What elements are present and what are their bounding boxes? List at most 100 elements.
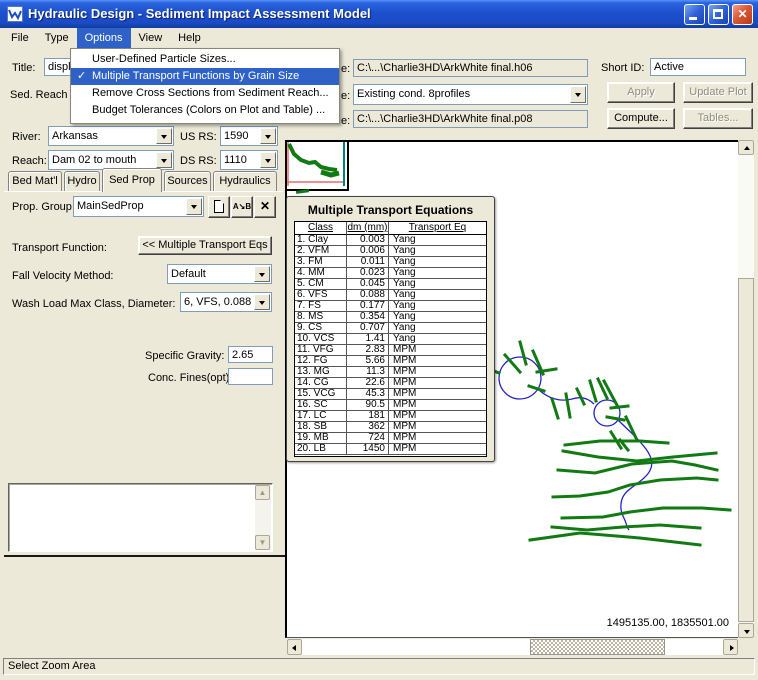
plot-horizontal-scrollbar[interactable] bbox=[287, 639, 738, 655]
dropdown-arrow-icon[interactable] bbox=[156, 128, 172, 144]
mte-cell[interactable]: 8. MS bbox=[295, 312, 347, 323]
menu-help[interactable]: Help bbox=[170, 28, 209, 48]
mte-cell[interactable]: Yang bbox=[389, 268, 486, 279]
us-rs-combobox[interactable]: 1590 bbox=[220, 126, 278, 146]
specific-gravity-input[interactable] bbox=[228, 346, 273, 363]
apply-button[interactable]: Apply bbox=[607, 82, 675, 103]
mte-cell[interactable]: 0.011 bbox=[347, 257, 389, 268]
mte-cell[interactable]: Yang bbox=[389, 312, 486, 323]
mte-cell[interactable]: 5.66 bbox=[347, 356, 389, 367]
mte-cell[interactable]: Yang bbox=[389, 235, 486, 246]
mte-cell[interactable]: 362 bbox=[347, 422, 389, 433]
mte-cell[interactable]: MPM bbox=[389, 444, 486, 455]
mte-cell[interactable]: 1.41 bbox=[347, 334, 389, 345]
mte-cell[interactable]: 6. VFS bbox=[295, 290, 347, 301]
scroll-down-icon[interactable]: ▼ bbox=[255, 535, 270, 550]
scroll-down-button[interactable] bbox=[738, 623, 754, 638]
dropdown-arrow-icon[interactable] bbox=[254, 266, 270, 282]
mte-cell[interactable]: Yang bbox=[389, 323, 486, 334]
dropdown-arrow-icon[interactable] bbox=[156, 152, 172, 168]
vertical-scroll-thumb[interactable] bbox=[738, 278, 754, 622]
mte-cell[interactable]: 13. MG bbox=[295, 367, 347, 378]
mte-cell[interactable]: MPM bbox=[389, 378, 486, 389]
mte-cell[interactable]: 4. MM bbox=[295, 268, 347, 279]
mte-cell[interactable]: 16. SC bbox=[295, 400, 347, 411]
wash-load-combobox[interactable]: 6, VFS, 0.088 bbox=[180, 292, 272, 312]
mte-cell[interactable]: 22.6 bbox=[347, 378, 389, 389]
delete-group-button[interactable]: ✕ bbox=[254, 196, 276, 218]
tables-button[interactable]: Tables... bbox=[683, 108, 753, 129]
mte-cell[interactable]: 2.83 bbox=[347, 345, 389, 356]
mte-cell[interactable]: 12. FG bbox=[295, 356, 347, 367]
mte-cell[interactable]: 3. FM bbox=[295, 257, 347, 268]
mte-cell[interactable]: MPM bbox=[389, 389, 486, 400]
mte-cell[interactable]: MPM bbox=[389, 433, 486, 444]
mte-cell[interactable]: 0.088 bbox=[347, 290, 389, 301]
short-id-input[interactable] bbox=[650, 58, 746, 76]
rename-group-button[interactable]: A↘B bbox=[231, 196, 253, 218]
fall-velocity-combobox[interactable]: Default bbox=[167, 264, 272, 284]
title-bar[interactable]: Hydraulic Design - Sediment Impact Asses… bbox=[0, 0, 758, 28]
mte-cell[interactable]: 0.177 bbox=[347, 301, 389, 312]
mte-cell[interactable]: 0.003 bbox=[347, 235, 389, 246]
mte-cell[interactable]: 15. VCG bbox=[295, 389, 347, 400]
mte-cell[interactable]: 20. LB bbox=[295, 444, 347, 455]
new-group-button[interactable] bbox=[208, 196, 230, 218]
menu-item-budget-tolerances[interactable]: Budget Tolerances (Colors on Plot and Ta… bbox=[71, 102, 339, 119]
mte-cell[interactable]: 14. CG bbox=[295, 378, 347, 389]
menu-item-multiple-transport-functions[interactable]: ✓ Multiple Transport Functions by Grain … bbox=[71, 68, 339, 85]
mte-cell[interactable]: Yang bbox=[389, 279, 486, 290]
mte-cell[interactable]: 10. VCS bbox=[295, 334, 347, 345]
mte-cell[interactable]: MPM bbox=[389, 411, 486, 422]
horizontal-scroll-thumb[interactable] bbox=[530, 639, 665, 655]
menu-item-remove-cross-sections[interactable]: Remove Cross Sections from Sediment Reac… bbox=[71, 85, 339, 102]
scroll-left-button[interactable] bbox=[287, 639, 302, 655]
notes-scrollbar[interactable]: ▲ ▼ bbox=[255, 485, 271, 550]
minimize-button[interactable] bbox=[684, 4, 705, 25]
menu-type[interactable]: Type bbox=[37, 28, 77, 48]
mte-cell[interactable]: 7. FS bbox=[295, 301, 347, 312]
mte-cell[interactable]: MPM bbox=[389, 345, 486, 356]
mte-cell[interactable]: 1. Clay bbox=[295, 235, 347, 246]
mte-cell[interactable]: 18. SB bbox=[295, 422, 347, 433]
notes-textarea[interactable]: ▲ ▼ bbox=[8, 483, 273, 552]
mte-cell[interactable]: 0.354 bbox=[347, 312, 389, 323]
mte-cell[interactable]: 0.023 bbox=[347, 268, 389, 279]
tab-bed-matl[interactable]: Bed Mat'l bbox=[8, 171, 62, 191]
multiple-transport-equations-window[interactable]: Multiple Transport Equations Class dm (m… bbox=[286, 196, 495, 462]
mte-cell[interactable]: 724 bbox=[347, 433, 389, 444]
mte-cell[interactable]: 0.045 bbox=[347, 279, 389, 290]
mte-cell[interactable]: MPM bbox=[389, 356, 486, 367]
overview-map[interactable] bbox=[287, 142, 349, 191]
mte-cell[interactable]: Yang bbox=[389, 334, 486, 345]
menu-file[interactable]: File bbox=[3, 28, 37, 48]
mte-cell[interactable]: 5. CM bbox=[295, 279, 347, 290]
hydro-file-field[interactable]: C:\...\Charlie3HD\ArkWhite final.h06 bbox=[353, 59, 588, 77]
dropdown-arrow-icon[interactable] bbox=[260, 152, 276, 168]
tab-hydro[interactable]: Hydro bbox=[64, 171, 100, 191]
mte-cell[interactable]: 11. VFG bbox=[295, 345, 347, 356]
maximize-button[interactable] bbox=[708, 4, 729, 25]
tab-hydraulics[interactable]: Hydraulics bbox=[213, 171, 277, 191]
compute-button[interactable]: Compute... bbox=[607, 108, 675, 129]
prop-group-combobox[interactable]: MainSedProp bbox=[73, 196, 204, 217]
update-plot-button[interactable]: Update Plot bbox=[683, 82, 753, 103]
mte-cell[interactable]: Yang bbox=[389, 301, 486, 312]
mte-cell[interactable]: 45.3 bbox=[347, 389, 389, 400]
reach-combobox[interactable]: Dam 02 to mouth bbox=[48, 150, 174, 170]
menu-item-user-defined-particle-sizes[interactable]: User-Defined Particle Sizes... bbox=[71, 51, 339, 68]
ds-rs-combobox[interactable]: 1110 bbox=[220, 150, 278, 170]
sed-file-field[interactable]: C:\...\Charlie3HD\ArkWhite final.p08 bbox=[353, 110, 588, 128]
mte-cell[interactable]: MPM bbox=[389, 367, 486, 378]
dropdown-arrow-icon[interactable] bbox=[260, 128, 276, 144]
dropdown-arrow-icon[interactable] bbox=[186, 198, 202, 215]
mte-cell[interactable]: Yang bbox=[389, 290, 486, 301]
mte-cell[interactable]: 90.5 bbox=[347, 400, 389, 411]
plan-combobox[interactable]: Existing cond. 8profiles bbox=[353, 84, 588, 105]
close-button[interactable]: ✕ bbox=[732, 4, 753, 25]
mte-cell[interactable]: 2. VFM bbox=[295, 246, 347, 257]
mte-cell[interactable]: Yang bbox=[389, 246, 486, 257]
plot-vertical-scrollbar[interactable] bbox=[738, 140, 754, 638]
mte-cell[interactable]: Yang bbox=[389, 257, 486, 268]
river-combobox[interactable]: Arkansas bbox=[48, 126, 174, 146]
